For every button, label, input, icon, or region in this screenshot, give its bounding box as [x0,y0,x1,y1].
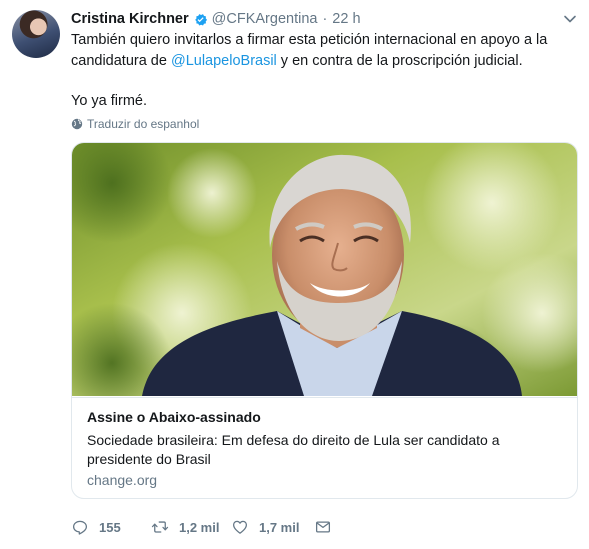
tweet-time[interactable]: 22 h [332,11,360,27]
card-title: Assine o Abaixo-assinado [87,409,261,425]
card-description: Sociedade brasileira: Em defesa do direi… [87,432,500,467]
reply-count: 155 [99,519,121,535]
like-icon [232,520,248,534]
tweet-text: También quiero invitarlos a firmar esta … [71,30,571,112]
direct-message-icon [315,521,331,533]
verified-badge-icon [194,13,207,25]
retweet-icon [151,521,169,533]
avatar[interactable] [12,10,60,58]
card-domain: change.org [87,472,158,488]
link-card[interactable]: Assine o Abaixo-assinado Sociedade brasi… [71,142,578,499]
author-name[interactable]: Cristina Kirchner [71,11,189,27]
reply-button[interactable]: 155 [71,518,121,536]
reply-icon [72,520,88,535]
separator-dot: · [322,11,328,27]
author-handle[interactable]: @CFKArgentina [212,11,318,27]
retweet-button[interactable]: 1,2 mil [151,518,219,536]
card-photo [72,143,577,396]
globe-icon [71,118,83,130]
like-button[interactable]: 1,7 mil [231,518,299,536]
chevron-down-icon[interactable] [562,11,578,27]
tweet-header: Cristina Kirchner @CFKArgentina · 22 h [71,9,361,29]
tweet-text-part2: y en contra de la proscripción judicial. [276,52,523,69]
retweet-count: 1,2 mil [179,519,220,535]
tweet-text-line2: Yo ya firmé. [71,93,148,109]
tweet[interactable]: Cristina Kirchner @CFKArgentina · 22 h T… [0,0,589,549]
translate-label: Traduzir do espanhol [87,117,200,131]
direct-message-button[interactable] [314,518,342,536]
mention-link[interactable]: @LulapeloBrasil [171,53,277,69]
like-count: 1,7 mil [259,519,300,535]
translate-link[interactable]: Traduzir do espanhol [71,117,199,131]
card-body: Assine o Abaixo-assinado Sociedade brasi… [72,397,577,498]
